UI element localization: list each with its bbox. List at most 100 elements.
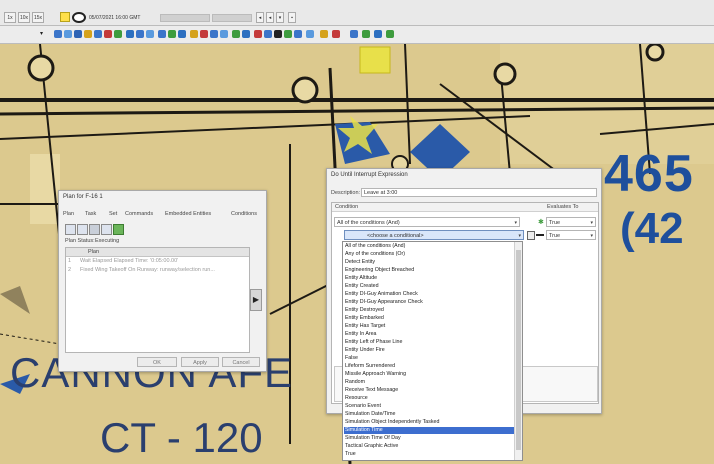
dropdown-item[interactable]: Any of the conditions (Or) [344,251,405,258]
apply-button[interactable]: Apply [181,357,219,367]
pin-icon[interactable] [254,30,262,38]
dropdown-item[interactable]: True [344,451,356,458]
expand-arrow-icon[interactable]: ▶ [250,289,262,311]
evaluate-select-2[interactable]: True ▾ [546,230,596,240]
tool-icon[interactable] [264,30,272,38]
dropdown-item[interactable]: Missile Approach Warning [344,371,406,378]
menu-commands[interactable]: Commands [125,211,153,217]
remove-icon[interactable] [536,234,544,236]
dropdown-item[interactable]: Receive Text Message [344,387,398,394]
menu-plan[interactable]: Plan [63,211,74,217]
unit-icon[interactable] [136,30,144,38]
dropdown-item[interactable]: Simulation Time Of Day [344,435,401,442]
move-icon[interactable] [374,30,382,38]
grid-icon[interactable] [284,30,292,38]
dropdown-item[interactable]: Entity Altitude [344,275,377,282]
dropdown-item[interactable]: Entity In Area [344,331,377,338]
save-icon[interactable] [89,224,100,235]
dropdown-item[interactable]: All of the conditions (And) [344,243,405,250]
table-row[interactable]: 2 Fixed Wing Takeoff On Runway: runway/s… [66,266,249,274]
entity-icon[interactable] [126,30,134,38]
chevron-down-icon: ▾ [590,233,593,239]
area-icon[interactable] [158,30,166,38]
row-number: 2 [68,267,72,273]
arrow-icon[interactable] [362,30,370,38]
dropdown-item[interactable]: False [344,355,358,362]
dropdown-item[interactable]: Entity Under Fire [344,347,385,354]
open-icon[interactable] [77,224,88,235]
speed-15x-button[interactable]: 15x [32,12,44,23]
disabled-field [212,14,252,22]
terrain-icon[interactable] [232,30,240,38]
speed-1x-button[interactable]: 1x [4,12,16,23]
dropdown-icon[interactable]: ▾ [276,12,284,23]
sun-icon[interactable] [60,12,70,22]
menu-task[interactable]: Task [85,211,96,217]
evaluate-select-1[interactable]: True ▾ [546,217,596,227]
conditional-select[interactable]: <choose a conditional> ▾ [344,230,524,240]
description-input[interactable]: Leave at 3:00 [361,188,597,197]
table-header-plan: Plan [88,249,100,255]
dropdown-item[interactable]: Tactical Graphic Active [344,443,398,450]
scrollbar-thumb[interactable] [516,250,521,450]
dropdown-scrollbar[interactable] [514,242,522,460]
table-row[interactable]: 1 Wait Elapsed Elapsed Time: '0:05:00.00… [66,257,249,265]
ok-button[interactable]: OK [137,357,177,367]
dropdown-item[interactable]: Entity DI-Guy Appearance Check [344,299,423,306]
gear-icon[interactable] [386,30,394,38]
menu-set[interactable]: Set [109,211,117,217]
waypoint-icon[interactable] [210,30,218,38]
dropdown-item[interactable]: Detect Entity [344,259,375,266]
condition-select[interactable]: All of the conditions (And) ▾ [334,217,520,227]
line-icon[interactable] [168,30,176,38]
dropdown-item[interactable]: Entity Embarked [344,315,384,322]
pan-icon[interactable] [74,30,82,38]
volume-icon[interactable]: ◂ [266,12,274,23]
settings-icon[interactable]: ▪ [288,12,296,23]
flag-red-icon[interactable] [332,30,340,38]
dropdown-item[interactable]: Entity Left of Phase Line [344,339,402,346]
overlay-icon[interactable] [242,30,250,38]
dropdown-item[interactable]: Entity Has Target [344,323,385,330]
target-icon[interactable] [200,30,208,38]
dropdown-item[interactable]: Scenario Event [344,403,381,410]
add-icon[interactable]: ✱ [538,218,544,226]
select-icon[interactable] [54,30,62,38]
dropdown-item[interactable]: Resource [344,395,368,402]
clock-icon[interactable] [72,12,86,23]
edit-icon[interactable] [101,224,112,235]
dropdown-item[interactable]: Random [344,379,365,386]
menu-conditions[interactable]: Conditions [231,211,257,217]
chevron-down-icon[interactable]: ▾ [40,30,43,37]
cloud-icon[interactable] [320,30,328,38]
speed-10x-button[interactable]: 10x [18,12,30,23]
menu-embedded-entities[interactable]: Embedded Entities [165,211,211,217]
conditional-dropdown-list[interactable]: All of the conditions (And) Any of the co… [342,241,523,461]
new-icon[interactable] [65,224,76,235]
edit-icon[interactable] [527,231,535,240]
dropdown-item[interactable]: Engineering Object Breached [344,267,414,274]
prev-icon[interactable]: ◂ [256,12,264,23]
route-icon[interactable] [114,30,122,38]
measure-icon[interactable] [84,30,92,38]
measure-line-icon[interactable] [350,30,358,38]
group-icon[interactable] [146,30,154,38]
dropdown-item[interactable]: Simulation Time [344,427,515,434]
flag-icon[interactable] [190,30,198,38]
layers-icon[interactable] [294,30,302,38]
graphic-icon[interactable] [220,30,228,38]
sound-icon[interactable] [306,30,314,38]
point-icon[interactable] [178,30,186,38]
dropdown-item[interactable]: Simulation Object Independently Tasked [344,419,439,426]
dropdown-item[interactable]: Entity DI-Guy Animation Check [344,291,418,298]
dropdown-item[interactable]: Simulation Date/Time [344,411,395,418]
zoom-icon[interactable] [64,30,72,38]
draw-icon[interactable] [274,30,282,38]
marker-icon[interactable] [104,30,112,38]
dropdown-item[interactable]: Lifeform Surrendered [344,363,395,370]
layer-icon[interactable] [94,30,102,38]
check-icon[interactable] [113,224,124,235]
dropdown-item[interactable]: Entity Created [344,283,379,290]
dropdown-item[interactable]: Entity Destroyed [344,307,384,314]
cancel-button[interactable]: Cancel [222,357,260,367]
